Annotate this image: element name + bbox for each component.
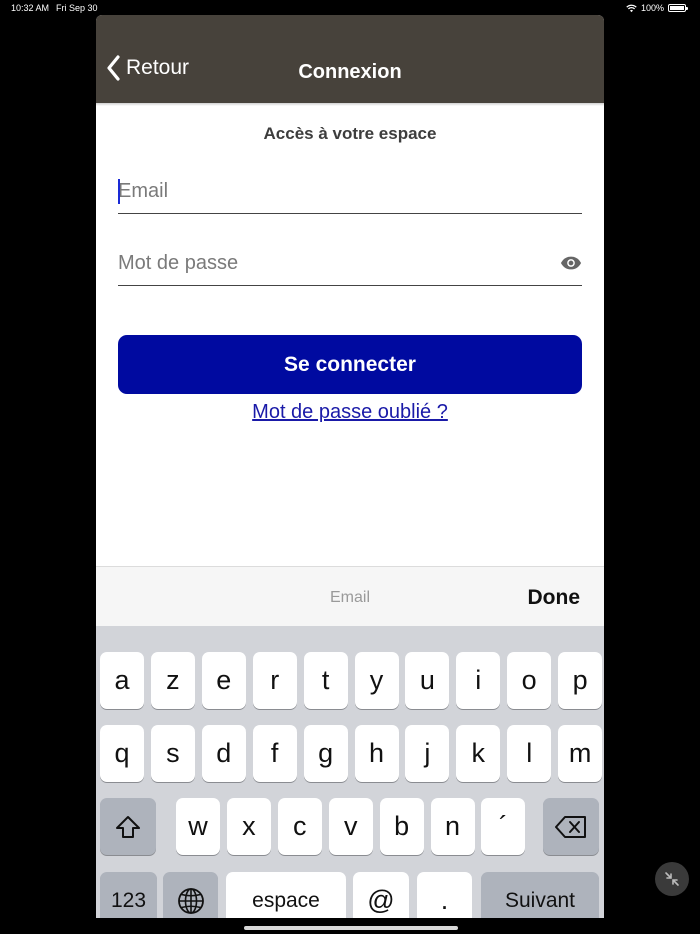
key-i[interactable]: i: [456, 652, 501, 709]
key-b[interactable]: b: [379, 798, 424, 855]
email-input[interactable]: [118, 173, 582, 209]
status-bar: 10:32 AM Fri Sep 30 100%: [0, 0, 700, 16]
login-button[interactable]: Se connecter: [118, 335, 582, 394]
backspace-icon: [555, 815, 586, 838]
key-u[interactable]: u: [405, 652, 450, 709]
password-field[interactable]: [118, 245, 582, 286]
key-y[interactable]: y: [354, 652, 399, 709]
key-j[interactable]: j: [405, 725, 450, 782]
keyboard-accessory-bar: Email Done: [96, 566, 604, 627]
battery-fill: [670, 6, 684, 10]
next-key[interactable]: Suivant: [481, 872, 599, 918]
key-m[interactable]: m: [558, 725, 603, 782]
key-l[interactable]: l: [507, 725, 552, 782]
delete-key[interactable]: [543, 798, 599, 855]
login-sheet: Retour Connexion Accès à votre espace Se…: [96, 15, 604, 918]
key-p[interactable]: p: [558, 652, 603, 709]
dot-key[interactable]: .: [417, 872, 472, 918]
key-e[interactable]: e: [201, 652, 246, 709]
key-k[interactable]: k: [456, 725, 501, 782]
key-a[interactable]: a: [100, 652, 144, 709]
shift-key[interactable]: [100, 798, 156, 855]
navigation-bar: Retour Connexion: [96, 15, 604, 103]
key-h[interactable]: h: [354, 725, 399, 782]
at-key[interactable]: @: [353, 872, 409, 918]
status-right: 100%: [626, 3, 688, 13]
key-r[interactable]: r: [252, 652, 297, 709]
status-date: Fri Sep 30: [56, 3, 98, 13]
password-input[interactable]: [118, 245, 582, 281]
key-accent[interactable]: ´: [481, 798, 526, 855]
nav-shadow: [96, 103, 604, 106]
key-t[interactable]: t: [303, 652, 348, 709]
globe-icon: [177, 887, 204, 914]
key-d[interactable]: d: [201, 725, 246, 782]
key-w[interactable]: w: [176, 798, 220, 855]
collapse-icon: [665, 872, 679, 886]
shift-icon: [116, 815, 140, 838]
page-title: Connexion: [298, 61, 402, 83]
key-n[interactable]: n: [430, 798, 475, 855]
key-v[interactable]: v: [328, 798, 373, 855]
battery-icon: [668, 4, 688, 12]
globe-key[interactable]: [163, 872, 218, 918]
numbers-key[interactable]: 123: [100, 872, 157, 918]
key-z[interactable]: z: [150, 652, 195, 709]
key-s[interactable]: s: [150, 725, 195, 782]
keyboard: azertyuiop qsdfghjklm w x c v b n ´ 123 espa: [96, 626, 604, 918]
text-cursor: [118, 179, 120, 204]
home-indicator: [244, 926, 458, 930]
eye-icon[interactable]: [560, 255, 582, 271]
space-key[interactable]: espace: [226, 872, 346, 918]
collapse-button[interactable]: [655, 862, 689, 896]
key-o[interactable]: o: [507, 652, 552, 709]
key-c[interactable]: c: [277, 798, 322, 855]
key-g[interactable]: g: [303, 725, 348, 782]
email-field[interactable]: [118, 173, 582, 214]
form-heading: Accès à votre espace: [263, 124, 437, 143]
done-button[interactable]: Done: [528, 586, 581, 610]
key-x[interactable]: x: [226, 798, 271, 855]
battery-percent: 100%: [640, 3, 664, 13]
key-q[interactable]: q: [100, 725, 144, 782]
status-time: 10:32 AM: [11, 3, 50, 13]
key-f[interactable]: f: [252, 725, 297, 782]
forgot-password-link[interactable]: Mot de passe oublié ?: [96, 401, 604, 424]
wifi-icon: [626, 4, 637, 12]
